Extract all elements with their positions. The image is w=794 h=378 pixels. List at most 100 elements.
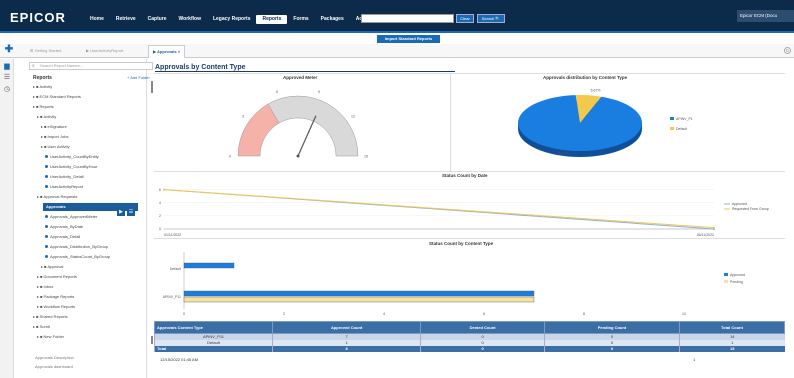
search-button[interactable]: Search 🔍	[477, 14, 505, 23]
tree-item-label: eSignature	[47, 124, 67, 129]
clear-button[interactable]: Clear	[456, 14, 474, 23]
tree-folder[interactable]: ▸ ■User Activity	[41, 143, 70, 151]
line-ytick-label: 4	[159, 201, 161, 205]
tree-report[interactable]: Approvals_ByDate	[45, 223, 83, 231]
tree-folder[interactable]: ▸ ■New Folder	[37, 333, 64, 341]
tree-item-label: Shared Reports	[39, 314, 68, 319]
clock-icon[interactable]: ◷	[3, 86, 11, 94]
report-icon	[45, 215, 48, 219]
tree-folder[interactable]: ▸ ■Inbox	[37, 283, 53, 291]
report-icon	[45, 235, 48, 239]
bar-xtick-label: 10	[682, 312, 686, 316]
folder-icon: ▸ ■	[33, 84, 39, 89]
bar-xtick-label: 2	[283, 312, 285, 316]
tree-folder[interactable]: ▸ ■Approval Requests	[37, 193, 77, 201]
report-icon	[45, 245, 48, 249]
tree-item-label: Workflow Reports	[43, 304, 76, 309]
tree-folder[interactable]: ▸ ■Document Reports	[37, 273, 77, 281]
add-folder-link[interactable]: + Add Folder	[127, 75, 150, 80]
tree-folder[interactable]: ▸ ■Shared Reports	[33, 313, 68, 321]
nav-retrieve[interactable]: Retrieve	[110, 15, 142, 24]
nav-workflow[interactable]: Workflow	[173, 15, 207, 24]
nav-reports[interactable]: Reports	[256, 15, 288, 24]
nav-legacy-reports[interactable]: Legacy Reports	[207, 15, 257, 24]
gauge-tick-label: 6	[276, 90, 278, 94]
tree-item-label: Approvals	[46, 204, 66, 209]
report-icon	[45, 175, 48, 179]
tree-report[interactable]: Approvals_Distribution_ByGroup	[45, 243, 108, 251]
tab-user-activity[interactable]: ▶ UserActivityReport	[86, 48, 123, 53]
tree-folder[interactable]: ▸ ■Workflow Reports	[37, 303, 75, 311]
total-cell: 8	[271, 346, 421, 352]
document-icon[interactable]: ▆	[3, 63, 11, 71]
folder-icon: ▸ ■	[33, 94, 39, 99]
gauge-pivot	[296, 154, 300, 158]
column-header[interactable]: Total Count	[678, 321, 786, 334]
tree-report[interactable]: Approvals_ApprovedMeter	[45, 213, 97, 221]
tree-item-label: UserActivity_CountByEntity	[50, 154, 99, 159]
folder-icon: ▸ ■	[37, 194, 43, 199]
tree-report[interactable]: Approvals_Detail	[45, 233, 80, 241]
tree-folder[interactable]: ▸ ■ECM Standard Reports	[33, 93, 81, 101]
bar-xtick-label: 8	[583, 312, 585, 316]
pie-title: Approvals distribution by Content Type	[543, 75, 628, 80]
tree-item-label: Approval	[47, 264, 64, 269]
tree-item-label: Approvals_Detail	[50, 234, 81, 239]
tree-item-label: Approvals_Distribution_ByGroup	[50, 244, 109, 249]
tree-report[interactable]: UserActivityReport	[45, 183, 83, 191]
column-header[interactable]: Approved Count	[271, 321, 422, 334]
tree-folder[interactable]: ▸ ■Approval	[41, 263, 63, 271]
report-search-input[interactable]: ⌕ Search Report Names...	[29, 62, 153, 70]
tree-item-label: UserActivity_Detail	[50, 174, 84, 179]
tree-report[interactable]: UserActivity_CountByHour	[45, 163, 97, 171]
tree-report[interactable]: Approvals_StatusCount_ByGroup	[45, 253, 110, 261]
column-header[interactable]: Denied Count	[420, 321, 545, 334]
tree-folder[interactable]: ▸ ■Package Reports	[37, 293, 74, 301]
nav-packages[interactable]: Packages	[315, 15, 350, 24]
tree-report[interactable]: UserActivity_Detail	[45, 173, 84, 181]
tree-folder[interactable]: ▸ ■Sumit	[33, 323, 50, 331]
tree-folder[interactable]: ▸ ■eSignature	[41, 123, 67, 131]
global-search-input[interactable]	[361, 14, 454, 23]
tree-item-label: Approvals_ApprovedMeter	[50, 214, 98, 219]
user-menu[interactable]: Epicor ECM (Docu	[737, 10, 794, 22]
tree-folder[interactable]: ▸ ■Import Jobs	[41, 133, 68, 141]
tree-folder[interactable]: ▸ ■Reports	[33, 103, 54, 111]
icon-column: ▆ ☰ ◷	[0, 59, 14, 378]
tree-item-label: Approvals_StatusCount_ByGroup	[50, 254, 111, 259]
epicor-logo[interactable]: EPICOR	[10, 10, 66, 25]
column-header[interactable]: Approvals Content Type	[154, 321, 273, 334]
run-report-button[interactable]: ▶	[117, 208, 125, 216]
tree-item-label: Approval Requests	[43, 194, 78, 199]
tree-item-label: Sumit	[39, 324, 50, 329]
nav-forms[interactable]: Forms	[287, 15, 314, 24]
report-menu-button[interactable]: ☰	[127, 208, 135, 216]
approvals-description: Approvals Description	[35, 355, 74, 360]
pie-data-label: 6.67%	[591, 88, 601, 92]
tab-approvals[interactable]: ▶ Approvals ×	[148, 45, 186, 58]
top-nav-bar: EPICOR Home Retrieve Capture Workflow Legacy…	[0, 0, 794, 33]
tree-item-label: Activity	[43, 114, 57, 119]
tree-folder[interactable]: ▸ ■Activity	[33, 83, 52, 91]
refresh-icon[interactable]: ↻	[784, 47, 791, 54]
tree-folder[interactable]: ▸ ■Activity	[37, 113, 56, 121]
nav-home[interactable]: Home	[84, 15, 110, 24]
tab-getting-started[interactable]: ⊞ Getting Started	[30, 48, 61, 53]
tree-item-label: Package Reports	[43, 294, 75, 299]
line-point	[713, 226, 715, 229]
pie-data-label: 93.33%	[557, 152, 569, 156]
import-standard-reports-button[interactable]: Import Standard Reports	[377, 35, 440, 43]
line-point	[163, 188, 165, 191]
list-icon[interactable]: ☰	[3, 74, 11, 82]
bar-xtick-label: 4	[383, 312, 385, 316]
add-icon[interactable]: ✚	[4, 45, 14, 55]
line-ytick-label: 0	[159, 227, 161, 231]
line-chart-title: Status Count by Date	[442, 173, 488, 178]
report-timestamp: 12/15/2022 01:45 AM	[160, 357, 199, 362]
tree-report[interactable]: UserActivity_CountByEntity	[45, 153, 99, 161]
bar-legend-swatch	[724, 273, 728, 276]
column-header[interactable]: Pending Count	[543, 321, 680, 334]
nav-capture[interactable]: Capture	[142, 15, 173, 24]
reports-sidebar: ⌕ Search Report Names... Reports + Add F…	[14, 59, 153, 378]
folder-icon: ▸ ■	[37, 334, 43, 339]
